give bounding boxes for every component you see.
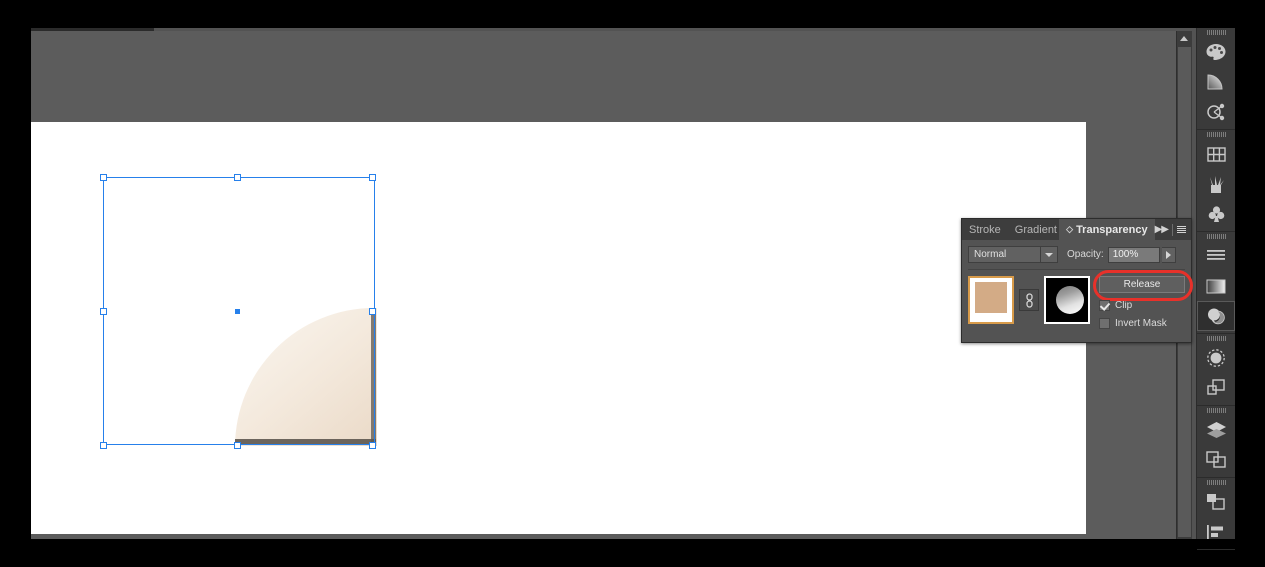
appearance-icon[interactable] [1197, 343, 1235, 373]
artboards-icon[interactable] [1197, 445, 1235, 475]
chevron-down-icon[interactable] [1040, 247, 1057, 262]
selection-bounding-box[interactable] [100, 174, 376, 449]
tab-gradient[interactable]: Gradient [1007, 219, 1060, 240]
swatches-grid-icon[interactable] [1197, 139, 1235, 169]
panel-divider [968, 269, 1185, 270]
panel-tab-bar: Stroke Gradient ◇ Transparency ▶▶ [962, 219, 1191, 240]
dock-gripper-icon[interactable] [1197, 406, 1235, 415]
symbols-clover-icon[interactable] [1197, 199, 1235, 229]
color-palette-icon[interactable] [1197, 37, 1235, 67]
panel-menu-icon[interactable] [1177, 226, 1186, 233]
selection-handle-bottom-right[interactable] [369, 442, 376, 449]
brushes-icon[interactable] [1197, 169, 1235, 199]
graphic-styles-icon[interactable] [1197, 373, 1235, 403]
selection-handle-bottom-left[interactable] [100, 442, 107, 449]
blend-mode-select[interactable]: Normal [968, 246, 1058, 263]
opacity-input[interactable]: 100% [1107, 246, 1160, 263]
panel-tabbar-controls: ▶▶ [1155, 219, 1191, 240]
dock-group-3 [1197, 232, 1235, 334]
transform-icon[interactable] [1197, 487, 1235, 517]
double-chevron-right-icon[interactable]: ▶▶ [1155, 224, 1169, 235]
dock-group-4 [1197, 334, 1235, 406]
clip-label: Clip [1115, 300, 1133, 311]
dock-group-1 [1197, 28, 1235, 130]
link-chain-glyph [1025, 292, 1033, 308]
dock-gripper-icon[interactable] [1197, 232, 1235, 241]
dock-group-2 [1197, 130, 1235, 232]
dock-diamond-icon: ◇ [1066, 224, 1074, 234]
selection-handle-top-right[interactable] [369, 174, 376, 181]
clip-checkbox[interactable] [1099, 300, 1111, 311]
tab-transparency[interactable]: ◇ Transparency [1059, 219, 1155, 240]
release-button-label: Release [1123, 279, 1161, 290]
dock-group-6 [1197, 478, 1235, 550]
artwork-thumbnail-fill [975, 282, 1007, 313]
selection-handle-bottom-center[interactable] [234, 442, 241, 449]
invert-mask-checkbox[interactable] [1099, 318, 1111, 329]
invert-mask-checkbox-row[interactable]: Invert Mask [1099, 318, 1185, 329]
chevron-right-icon[interactable] [1161, 246, 1176, 263]
transparency-panel[interactable]: Stroke Gradient ◇ Transparency ▶▶ Normal [961, 218, 1194, 343]
tab-stroke[interactable]: Stroke [962, 219, 1008, 240]
link-chain-icon[interactable] [1019, 289, 1039, 311]
panel-icon-dock[interactable] [1196, 28, 1235, 550]
triangle-up-icon[interactable] [1177, 31, 1192, 46]
layers-icon[interactable] [1197, 415, 1235, 445]
blend-opacity-row: Normal Opacity: 100% [968, 245, 1185, 264]
thumbnails-row: Release Clip Invert Mask [968, 270, 1194, 329]
transparency-icon[interactable] [1197, 301, 1235, 331]
blend-mode-value: Normal [974, 249, 1007, 260]
mask-gradient-circle [1055, 286, 1084, 314]
release-button[interactable]: Release [1093, 270, 1194, 301]
selection-handle-top-left[interactable] [100, 174, 107, 181]
pathfinder-icon[interactable] [1197, 97, 1235, 127]
gradient-swatch-icon[interactable] [1197, 271, 1235, 301]
dock-gripper-icon[interactable] [1197, 28, 1235, 37]
tab-transparency-label: Transparency [1076, 223, 1148, 236]
opacity-label: Opacity: [1067, 249, 1104, 260]
invert-mask-label: Invert Mask [1115, 318, 1167, 329]
selection-center-point [235, 309, 240, 314]
artwork-thumbnail[interactable] [968, 276, 1015, 324]
selection-handle-middle-right[interactable] [369, 308, 376, 315]
mask-controls: Release Clip Invert Mask [1093, 270, 1194, 329]
screenshot-root: Stroke Gradient ◇ Transparency ▶▶ Normal [0, 0, 1265, 567]
dock-gripper-icon[interactable] [1197, 478, 1235, 487]
dock-gripper-icon[interactable] [1197, 130, 1235, 139]
selection-handle-middle-left[interactable] [100, 308, 107, 315]
dock-group-5 [1197, 406, 1235, 478]
align-icon[interactable] [1197, 517, 1235, 547]
paragraph-lines-icon[interactable] [1197, 241, 1235, 271]
tab-gradient-label: Gradient [1014, 223, 1057, 236]
tabbar-divider [1172, 223, 1173, 236]
panel-body: Normal Opacity: 100% Release Clip Invert… [962, 240, 1194, 329]
clip-checkbox-row[interactable]: Clip [1099, 300, 1185, 311]
opacity-mask-thumbnail[interactable] [1043, 276, 1091, 324]
opacity-value: 100% [1112, 249, 1139, 260]
tab-stroke-label: Stroke [969, 223, 1001, 236]
dock-gripper-icon[interactable] [1197, 334, 1235, 343]
gradient-icon[interactable] [1197, 67, 1235, 97]
selection-handle-top-center[interactable] [234, 174, 241, 181]
